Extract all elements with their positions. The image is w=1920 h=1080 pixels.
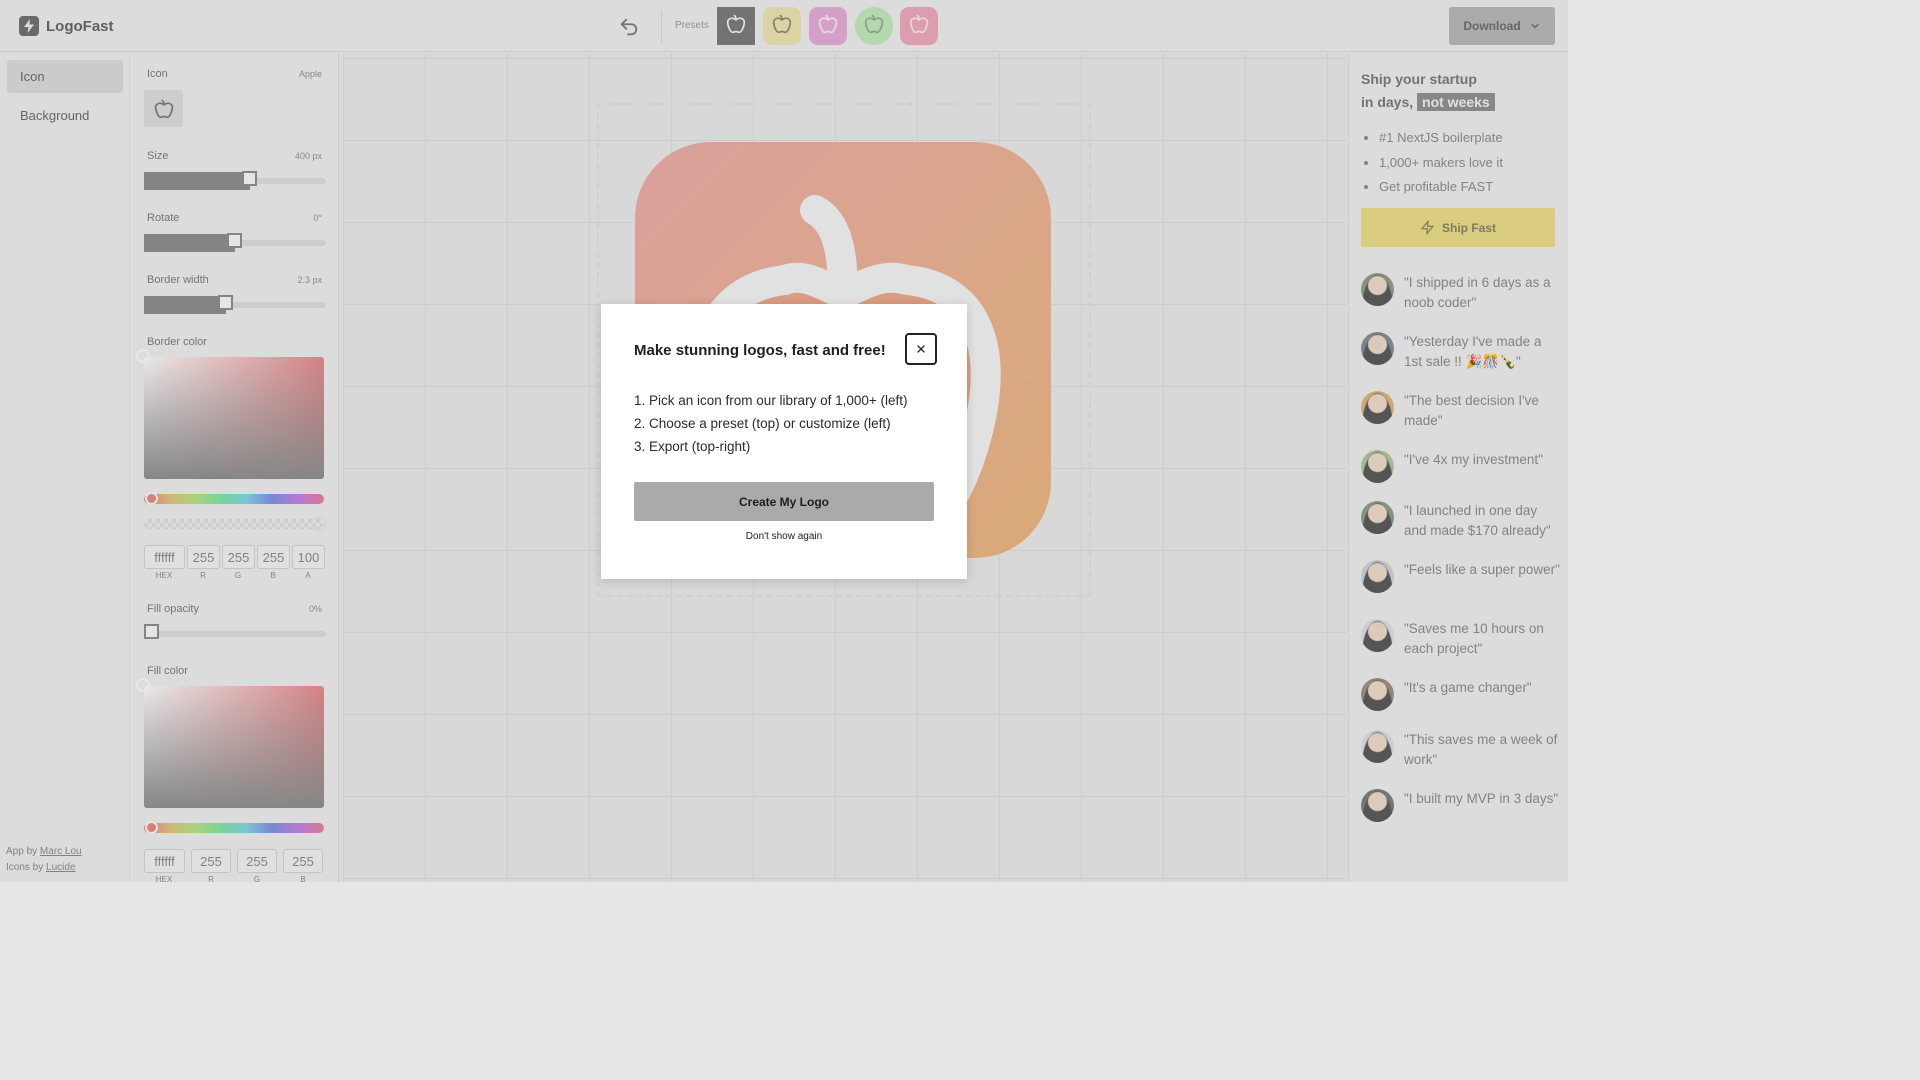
create-logo-button[interactable]: Create My Logo	[634, 482, 934, 521]
close-icon	[917, 345, 925, 353]
welcome-modal: Make stunning logos, fast and free! 1. P…	[601, 304, 967, 579]
dont-show-again-link: Don't show again	[601, 531, 967, 542]
dont-show-again-label[interactable]: Don't show again	[746, 531, 822, 542]
close-button[interactable]	[905, 333, 937, 365]
modal-step: 3. Export (top-right)	[634, 439, 751, 454]
modal-step: 2. Choose a preset (top) or customize (l…	[634, 416, 891, 431]
modal-step: 1. Pick an icon from our library of 1,00…	[634, 393, 908, 408]
modal-title: Make stunning logos, fast and free!	[634, 342, 886, 359]
modal-steps: 1. Pick an icon from our library of 1,00…	[634, 389, 908, 458]
